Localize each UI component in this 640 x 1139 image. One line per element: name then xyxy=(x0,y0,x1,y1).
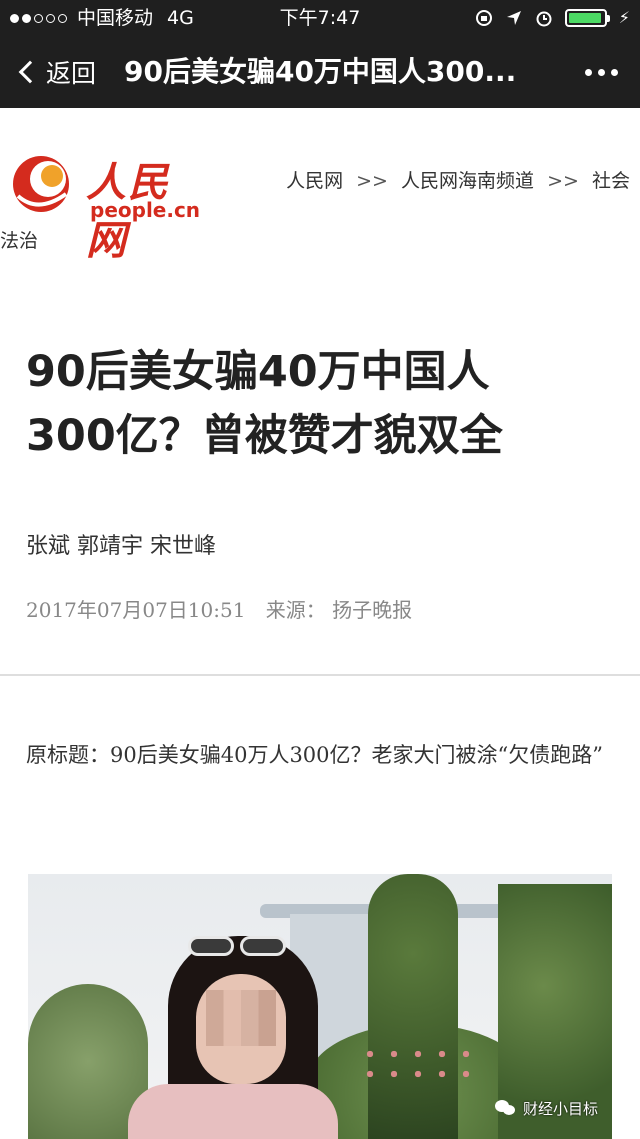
article-title-line2: 300亿？曾被赞才貌双全 xyxy=(26,411,503,461)
wechat-icon xyxy=(494,1099,517,1118)
nav-bar: 返回 90后美女骗40万中国人300... xyxy=(0,36,640,108)
battery-icon xyxy=(564,9,610,27)
breadcrumb-separator: >> xyxy=(356,170,388,192)
site-header: 人民网 people.cn 人民网 >> 人民网海南频道 >> 社会 法治 xyxy=(0,108,640,264)
watermark: 财经小目标 xyxy=(494,1098,598,1119)
alarm-icon xyxy=(535,9,553,27)
article-title-line1: 90后美女骗40万中国人 xyxy=(26,347,490,397)
back-label: 返回 xyxy=(46,59,97,88)
article-datetime: 2017年07月07日10:51 xyxy=(26,598,246,622)
breadcrumb-item-society[interactable]: 社会 xyxy=(592,170,630,192)
location-icon xyxy=(505,9,523,27)
original-title: 原标题：90后美女骗40万人300亿？老家大门被涂“欠债跑路” xyxy=(26,743,603,767)
people-cn-logo[interactable]: 人民网 people.cn xyxy=(8,146,208,264)
article-source[interactable]: 扬子晚报 xyxy=(332,598,412,622)
article-title: 90后美女骗40万中国人 300亿？曾被赞才貌双全 xyxy=(26,340,616,468)
charging-icon: ⚡ xyxy=(618,8,630,27)
breadcrumb-item-society-cont[interactable]: 法治 xyxy=(0,230,38,252)
article-meta: 2017年07月07日10:51 来源： 扬子晚报 xyxy=(26,594,412,623)
breadcrumb-item-people[interactable]: 人民网 xyxy=(286,170,343,192)
chevron-left-icon xyxy=(18,60,42,84)
rotation-lock-icon xyxy=(475,9,493,27)
article-authors: 张斌 郭靖宇 宋世峰 xyxy=(26,534,216,559)
page-title: 90后美女骗40万中国人300... xyxy=(124,55,517,88)
status-bar: 中国移动 4G 下午7:47 ⚡ xyxy=(0,0,640,36)
breadcrumb-separator: >> xyxy=(547,170,579,192)
source-label: 来源： xyxy=(265,598,326,622)
article-photo[interactable]: 财经小目标 xyxy=(28,874,612,1139)
watermark-text: 财经小目标 xyxy=(522,1100,598,1118)
sunglasses xyxy=(188,936,292,958)
more-dots-icon[interactable] xyxy=(585,36,618,108)
logo-en-text: people.cn xyxy=(90,198,201,222)
status-right: ⚡ xyxy=(475,0,630,36)
divider xyxy=(0,674,640,676)
breadcrumb-item-hainan[interactable]: 人民网海南频道 xyxy=(401,170,534,192)
logo-swirl-icon xyxy=(13,156,69,212)
back-button[interactable]: 返回 xyxy=(16,36,96,108)
face-blur xyxy=(206,990,276,1046)
